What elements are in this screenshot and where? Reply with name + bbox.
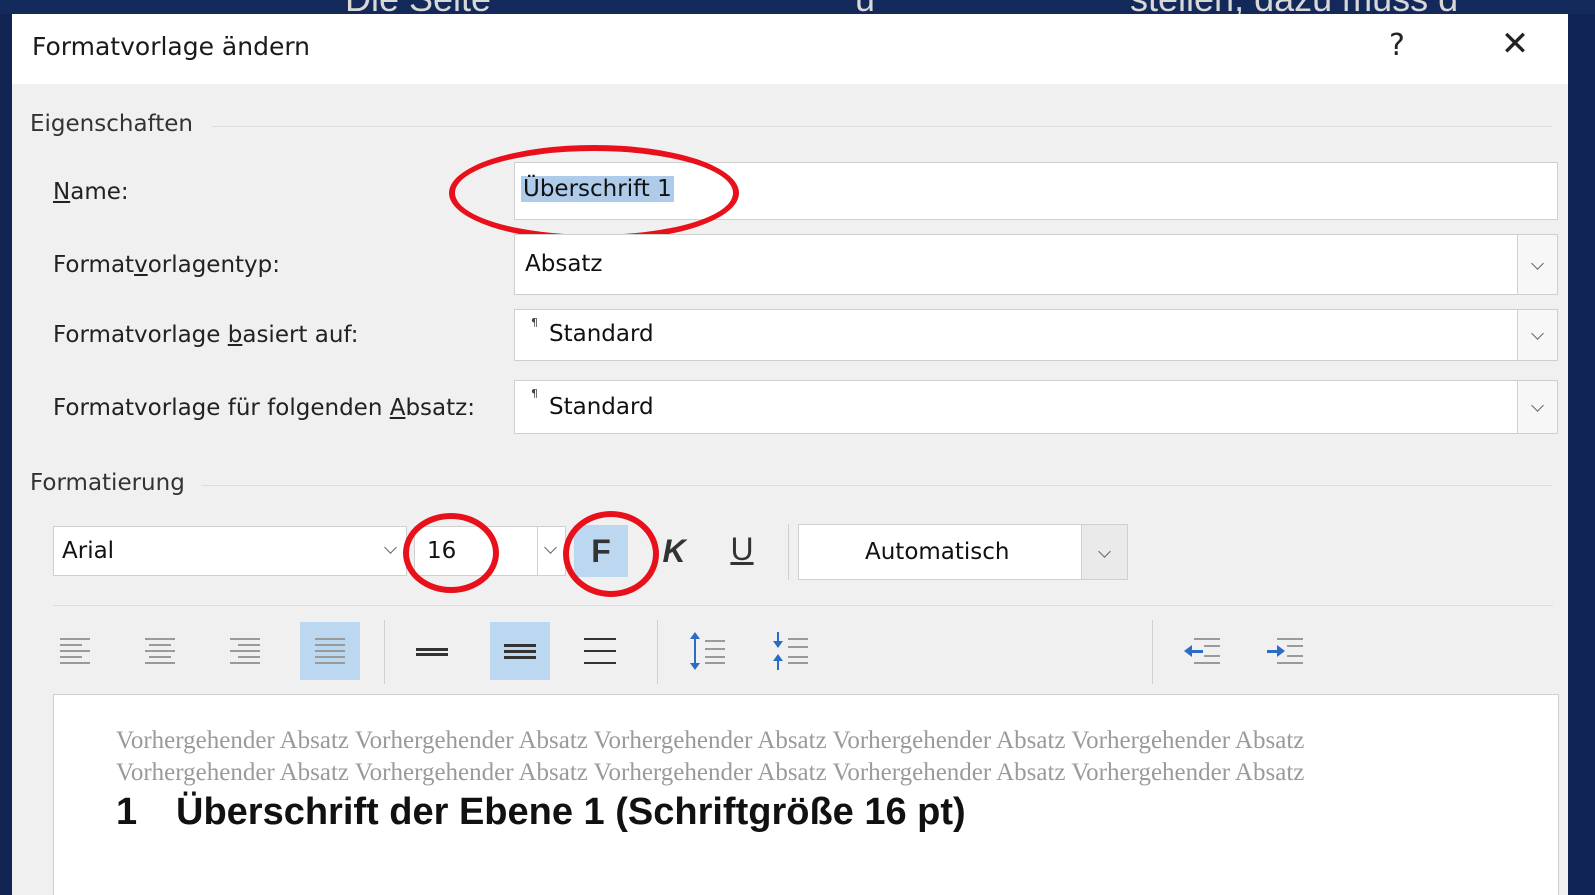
background-document: Die Seite u stellen, dazu muss d	[0, 0, 1595, 14]
one-half-spacing-button[interactable]	[490, 622, 550, 680]
style-type-label-mnemonic: v	[134, 252, 148, 278]
dropdown-button[interactable]	[1517, 310, 1557, 360]
name-label-text: ame:	[70, 179, 129, 205]
decrease-indent-button[interactable]	[1172, 622, 1232, 680]
toolbar-separator	[1152, 620, 1153, 684]
italic-button[interactable]: K	[649, 525, 699, 577]
next-style-label: Formatvorlage für folgenden Absatz:	[53, 395, 475, 421]
underline-button[interactable]: U	[717, 523, 767, 575]
heading-number: 1	[116, 791, 138, 833]
formatting-section-label: Formatierung	[30, 470, 185, 496]
spacing-increase-icon	[690, 632, 725, 670]
font-select[interactable]: Arial	[53, 526, 407, 576]
heading-sample-text: Überschrift der Ebene 1 (Schriftgröße 16…	[176, 791, 966, 833]
font-size-select[interactable]: 16	[414, 526, 566, 576]
chevron-down-icon	[1531, 327, 1544, 340]
heading-sample: 1 Überschrift der Ebene 1 (Schriftgröße 1…	[116, 791, 966, 834]
next-style-label-text: Formatvorlage für folgenden	[53, 395, 390, 421]
toolbar-separator	[657, 620, 658, 684]
chevron-down-icon	[384, 541, 397, 554]
name-label: Name:	[53, 179, 129, 205]
toolbar-divider	[53, 605, 1553, 606]
properties-section-label: Eigenschaften	[30, 111, 193, 137]
style-preview: Vorhergehender Absatz Vorhergehender Abs…	[53, 694, 1559, 895]
style-type-label-text: Format	[53, 252, 135, 278]
dropdown-button[interactable]	[537, 527, 565, 575]
next-style-select[interactable]: ¶ Standard	[514, 380, 1558, 434]
align-right-button[interactable]	[212, 622, 272, 680]
section-divider	[202, 485, 1552, 486]
title-bar: Formatvorlage ändern ? ✕	[12, 14, 1568, 84]
close-button[interactable]: ✕	[1497, 24, 1533, 64]
based-on-value: Standard	[549, 321, 654, 347]
name-label-mnemonic: N	[53, 179, 71, 205]
next-style-label-mnemonic: A	[389, 395, 406, 421]
decrease-indent-icon	[1184, 638, 1220, 664]
based-on-label-text: asiert auf:	[242, 322, 359, 348]
toolbar-separator	[788, 524, 789, 580]
font-value: Arial	[62, 538, 115, 564]
chevron-down-icon	[1531, 257, 1544, 270]
bold-button[interactable]: F	[574, 525, 628, 577]
style-type-select[interactable]: Absatz	[514, 234, 1558, 295]
font-color-value: Automatisch	[865, 539, 1010, 565]
modify-style-dialog: Formatvorlage ändern ? ✕ Eigenschaften N…	[12, 14, 1568, 895]
name-value: Überschrift 1	[521, 176, 674, 202]
dialog-title: Formatvorlage ändern	[32, 32, 311, 61]
style-type-value: Absatz	[525, 251, 603, 277]
chevron-down-icon	[1531, 399, 1544, 412]
font-color-select[interactable]: Automatisch	[798, 524, 1128, 580]
based-on-label: Formatvorlage basiert auf:	[53, 322, 358, 348]
style-type-label-text: orlagentyp:	[147, 252, 281, 278]
style-type-label: Formatvorlagentyp:	[53, 252, 280, 278]
background-text: Die Seite	[345, 0, 491, 14]
paragraph-mark-icon: ¶	[531, 316, 538, 329]
help-button[interactable]: ?	[1382, 28, 1412, 63]
align-center-button[interactable]	[130, 622, 190, 680]
single-spacing-button[interactable]	[402, 622, 462, 680]
increase-indent-icon	[1267, 638, 1303, 664]
based-on-select[interactable]: ¶ Standard	[514, 309, 1558, 361]
based-on-label-mnemonic: b	[227, 322, 243, 348]
increase-paragraph-spacing-button[interactable]	[677, 622, 737, 680]
justify-button[interactable]	[300, 622, 360, 680]
dropdown-button[interactable]	[378, 527, 406, 575]
paragraph-mark-icon: ¶	[531, 387, 538, 400]
next-style-label-text: bsatz:	[405, 395, 475, 421]
chevron-down-icon	[544, 541, 557, 554]
section-divider	[212, 126, 1552, 127]
dropdown-button[interactable]	[1517, 381, 1557, 433]
chevron-down-icon	[1098, 545, 1111, 558]
toolbar-separator	[384, 620, 385, 684]
background-text: stellen, dazu muss d	[1130, 0, 1458, 14]
dropdown-button[interactable]	[1517, 235, 1557, 294]
next-style-value: Standard	[549, 394, 654, 420]
spacing-decrease-icon	[773, 632, 808, 670]
increase-indent-button[interactable]	[1255, 622, 1315, 680]
background-text: u	[855, 0, 875, 14]
previous-paragraph-sample: Vorhergehender Absatz Vorhergehender Abs…	[116, 727, 1305, 786]
based-on-label-text: Formatvorlage	[53, 322, 228, 348]
align-left-button[interactable]	[48, 622, 108, 680]
font-size-value: 16	[427, 538, 457, 564]
double-spacing-button[interactable]	[570, 622, 630, 680]
decrease-paragraph-spacing-button[interactable]	[760, 622, 820, 680]
dropdown-button[interactable]	[1081, 525, 1127, 579]
name-input[interactable]: Überschrift 1	[514, 162, 1558, 220]
